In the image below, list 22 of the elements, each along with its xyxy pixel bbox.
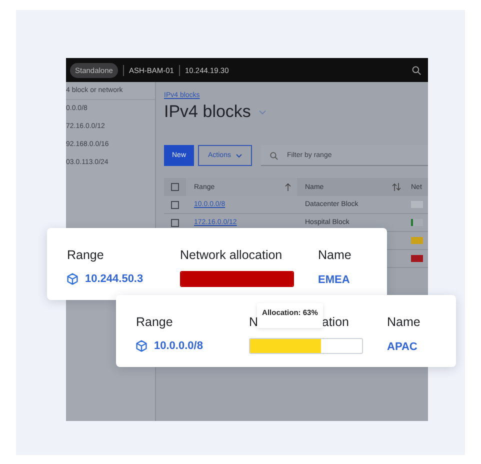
arrow-up-icon	[285, 183, 291, 191]
range-value[interactable]: 10.244.50.3	[85, 273, 144, 285]
range-value[interactable]: 10.0.0.0/8	[154, 340, 203, 352]
name-value[interactable]: APAC	[387, 341, 418, 353]
search-icon[interactable]	[412, 66, 421, 74]
column-header: Name	[318, 248, 352, 262]
cube-icon	[136, 340, 147, 352]
cube-icon	[67, 273, 78, 285]
column-header-fragment: N	[249, 315, 258, 329]
column-header-fragment: ation	[322, 315, 349, 329]
page-title: IPv4 blocks	[164, 102, 251, 122]
checkbox[interactable]	[171, 183, 179, 191]
checkbox[interactable]	[171, 218, 179, 226]
column-header: Range	[136, 315, 173, 329]
column-header: Network allocation	[180, 248, 282, 262]
column-header: Range	[67, 248, 104, 262]
name-value[interactable]: EMEA	[318, 274, 350, 286]
column-header: Name	[387, 315, 420, 329]
chevron-down-icon	[236, 154, 242, 158]
sort-icon	[392, 183, 401, 191]
chevron-down-icon	[258, 110, 266, 114]
checkbox[interactable]	[171, 200, 179, 208]
